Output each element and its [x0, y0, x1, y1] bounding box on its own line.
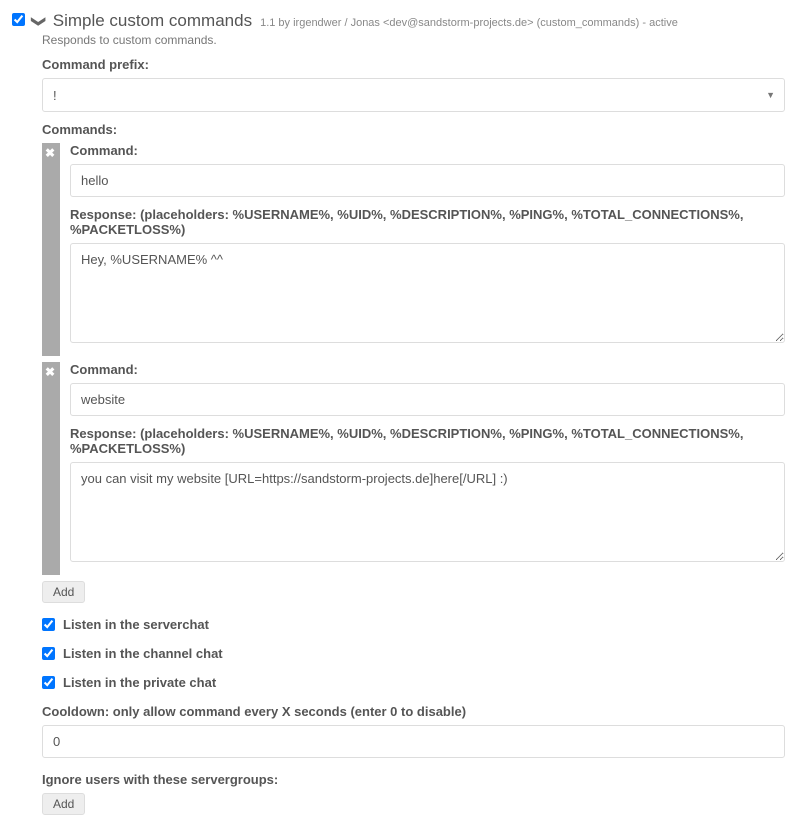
- plugin-title: Simple custom commands: [53, 11, 252, 31]
- command-item: ✖ Command: Response: (placeholders: %USERN…: [42, 362, 785, 575]
- listen-privatechat-label: Listen in the private chat: [63, 675, 216, 690]
- response-textarea[interactable]: [70, 462, 785, 562]
- chevron-down-icon[interactable]: ❯: [30, 16, 47, 28]
- plugin-meta: 1.1 by irgendwer / Jonas <dev@sandstorm-…: [260, 17, 678, 29]
- command-item: ✖ Command: Response: (placeholders: %USERN…: [42, 143, 785, 356]
- listen-serverchat-label: Listen in the serverchat: [63, 617, 209, 632]
- listen-channelchat-checkbox[interactable]: [42, 647, 55, 660]
- close-icon[interactable]: ✖: [45, 147, 55, 159]
- command-prefix-select[interactable]: !: [42, 78, 785, 112]
- response-field-label: Response: (placeholders: %USERNAME%, %UI…: [70, 426, 785, 456]
- command-field-label: Command:: [70, 143, 785, 158]
- listen-serverchat-checkbox[interactable]: [42, 618, 55, 631]
- command-input[interactable]: [70, 383, 785, 416]
- close-icon[interactable]: ✖: [45, 366, 55, 378]
- command-input[interactable]: [70, 164, 785, 197]
- enable-plugin-checkbox[interactable]: [12, 13, 25, 26]
- drag-handle[interactable]: ✖: [42, 362, 60, 575]
- listen-channelchat-label: Listen in the channel chat: [63, 646, 223, 661]
- cooldown-input[interactable]: [42, 725, 785, 758]
- add-ignore-group-button[interactable]: Add: [42, 793, 85, 815]
- response-field-label: Response: (placeholders: %USERNAME%, %UI…: [70, 207, 785, 237]
- plugin-subtitle: Responds to custom commands.: [42, 33, 785, 47]
- response-textarea[interactable]: [70, 243, 785, 343]
- ignore-groups-label: Ignore users with these servergroups:: [42, 772, 785, 787]
- command-field-label: Command:: [70, 362, 785, 377]
- add-command-button[interactable]: Add: [42, 581, 85, 603]
- command-prefix-label: Command prefix:: [42, 57, 785, 72]
- listen-privatechat-checkbox[interactable]: [42, 676, 55, 689]
- cooldown-label: Cooldown: only allow command every X sec…: [42, 704, 785, 719]
- drag-handle[interactable]: ✖: [42, 143, 60, 356]
- commands-label: Commands:: [42, 122, 785, 137]
